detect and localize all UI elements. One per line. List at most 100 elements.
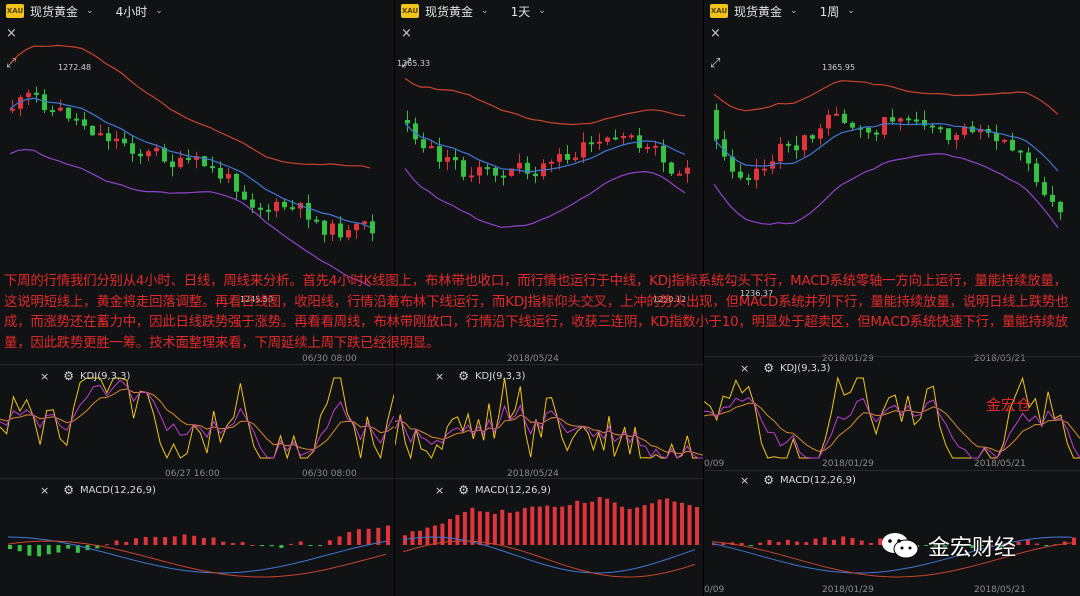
gear-icon[interactable]: ⚙ — [63, 369, 74, 383]
divider — [395, 478, 703, 479]
candle-body — [1018, 150, 1023, 153]
candle-body — [314, 219, 319, 222]
macd-bar — [590, 501, 595, 545]
candle-body — [842, 113, 847, 123]
main-chart — [404, 77, 690, 228]
macd-bar — [260, 545, 264, 547]
macd-bar — [687, 505, 692, 545]
gear-icon[interactable]: ⚙ — [763, 473, 774, 487]
kdj-k-line — [0, 377, 394, 460]
date-label: 0/09 — [704, 585, 724, 595]
macd-bar — [612, 502, 617, 545]
macd-bar — [859, 540, 864, 545]
macd-bar — [37, 545, 42, 557]
close-icon[interactable]: × — [40, 484, 49, 497]
brand-logo: 金宏财经 — [880, 530, 1016, 562]
gear-icon[interactable]: ⚙ — [763, 361, 774, 375]
date-label: 06/30 08:00 — [302, 354, 357, 364]
candle-body — [501, 175, 506, 178]
candle-body — [778, 143, 783, 162]
candle-body — [1010, 139, 1015, 151]
close-icon[interactable]: × — [435, 370, 444, 383]
candle-body — [138, 153, 143, 157]
candle-body — [106, 133, 111, 142]
macd-bar — [201, 537, 206, 545]
macd-bar — [672, 501, 677, 545]
candle-body — [405, 120, 410, 124]
candle-body — [818, 128, 823, 139]
date-label: 2018/05/21 — [974, 585, 1026, 595]
analysis-text: 下周的行情我们分别从4小时、日线，周线来分析。首先4小时K线图上，布林带也收口，… — [4, 274, 1069, 351]
gear-icon[interactable]: ⚙ — [458, 369, 469, 383]
close-icon[interactable]: × — [40, 370, 49, 383]
candle-body — [58, 107, 63, 111]
candle-body — [421, 139, 426, 149]
macd-bar — [432, 525, 437, 545]
candle-body — [565, 154, 570, 160]
macd-bar — [492, 513, 497, 545]
macd-bar — [143, 536, 148, 545]
date-label: 2018/01/29 — [822, 585, 874, 595]
brand-name: 金宏财经 — [928, 536, 1017, 561]
macd-bar — [537, 506, 542, 545]
macd-bar — [1025, 539, 1030, 545]
candle-body — [122, 138, 127, 144]
divider — [704, 470, 1080, 471]
macd-bar — [650, 503, 655, 545]
date-label: 2018/01/29 — [822, 459, 874, 469]
macd-bar — [748, 545, 753, 546]
macd-bar — [785, 539, 790, 545]
candle-body — [685, 167, 690, 174]
macd-header: × ⚙ MACD(12,26,9) — [435, 482, 551, 498]
candle-body — [330, 223, 335, 235]
candle-body — [50, 110, 55, 113]
close-icon[interactable]: × — [740, 362, 749, 375]
macd-bar — [767, 539, 772, 545]
candle-body — [938, 127, 943, 130]
candle-body — [762, 168, 767, 171]
candle-body — [146, 151, 151, 157]
main-chart — [713, 80, 1063, 228]
candle-body — [445, 157, 450, 162]
macd-bar — [841, 536, 846, 545]
gear-icon[interactable]: ⚙ — [63, 483, 74, 497]
divider — [704, 356, 1080, 357]
kdj-label: KDJ(9,3,3) — [474, 370, 526, 382]
candle-body — [485, 167, 490, 170]
macd-bar — [832, 539, 836, 545]
candle-body — [549, 161, 554, 164]
candle-body — [930, 125, 935, 128]
macd-bar — [366, 528, 371, 545]
kdj-header: × ⚙ KDJ(9,3,3) — [740, 360, 830, 376]
macd-bar — [221, 541, 226, 545]
macd-bar — [298, 541, 303, 545]
macd-bar — [250, 544, 255, 546]
macd-bar — [695, 506, 699, 545]
candle-body — [42, 94, 47, 111]
candle-body — [82, 119, 87, 126]
wechat-icon — [882, 533, 919, 559]
kdj-chart — [395, 377, 703, 460]
macd-bar — [440, 523, 445, 545]
gear-icon[interactable]: ⚙ — [458, 483, 469, 497]
candle-body — [589, 142, 594, 145]
candle-body — [946, 128, 951, 141]
date-label: 2018/05/21 — [974, 459, 1026, 469]
candle-body — [1002, 139, 1007, 142]
candle-body — [714, 110, 719, 140]
candle-body — [1058, 201, 1063, 213]
candle-body — [274, 201, 279, 212]
candle-body — [794, 145, 799, 151]
macd-bar — [739, 542, 744, 545]
close-icon[interactable]: × — [740, 474, 749, 487]
candle-body — [178, 157, 183, 168]
macd-bar — [507, 512, 512, 545]
candle-body — [266, 209, 271, 212]
candle-body — [258, 207, 263, 210]
candle-body — [954, 134, 959, 141]
candle-body — [154, 147, 159, 152]
close-icon[interactable]: × — [435, 484, 444, 497]
candle-body — [738, 171, 743, 178]
candle-body — [202, 156, 207, 167]
candle-body — [906, 118, 911, 121]
